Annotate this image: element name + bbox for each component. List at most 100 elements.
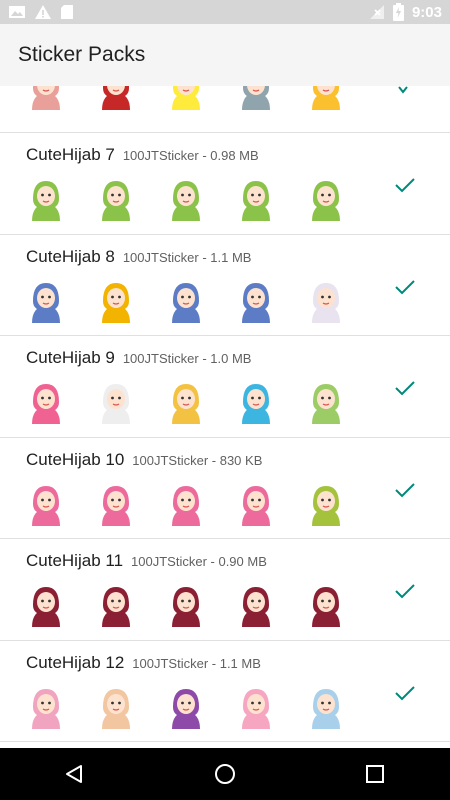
pack-meta: 100JTSticker - 1.1 MB — [123, 250, 252, 265]
pack-name: CuteHijab 10 — [26, 449, 125, 469]
no-signal-icon — [369, 4, 385, 20]
sticker-thumbnail — [312, 384, 340, 424]
pack-size: 1.0 MB — [210, 351, 252, 366]
recents-button[interactable] — [355, 754, 395, 794]
pack-name: CuteHijab 7 — [26, 145, 115, 164]
sticker-thumbnail — [32, 282, 60, 323]
sticker-tray — [22, 277, 372, 325]
sticker-thumbnail — [32, 485, 60, 526]
added-check-icon[interactable] — [394, 580, 416, 602]
sticker-pack-row[interactable]: CuteHijab 11 100JTSticker - 0.90 MB — [0, 539, 450, 641]
sticker-pack-list[interactable]: CuteHijab 7 100JTSticker - 0.98 MB CuteHij… — [0, 86, 450, 748]
photo-icon — [8, 4, 26, 20]
sticker-thumbnail — [242, 485, 270, 526]
sticker-thumbnail — [32, 86, 60, 110]
sticker-pack-row[interactable]: CuteHijab 10 100JTSticker - 830 KB — [0, 438, 450, 539]
added-check-icon[interactable] — [394, 682, 416, 704]
sticker-pack-row[interactable]: CuteHijab 12 100JTSticker - 1.1 MB — [0, 641, 450, 742]
pack-header: CuteHijab 10 100JTSticker - 830 KB — [26, 450, 262, 470]
sticker-thumbnail — [312, 86, 340, 110]
sticker-thumbnail — [172, 384, 200, 424]
pack-header: CuteHijab 11 100JTSticker - 0.90 MB — [26, 551, 267, 571]
home-button[interactable] — [205, 754, 245, 794]
pack-size: 1.1 MB — [219, 655, 261, 671]
separator: - — [208, 452, 220, 468]
added-check-icon[interactable] — [394, 174, 416, 196]
pack-meta: 100JTSticker - 0.98 MB — [123, 148, 259, 163]
sticker-thumbnail — [102, 86, 130, 110]
pack-publisher: 100JTSticker — [122, 249, 199, 265]
pack-publisher: 100JTSticker — [132, 655, 209, 671]
status-bar: 9:03 — [0, 0, 450, 24]
sticker-thumbnail — [102, 485, 130, 526]
sticker-thumbnail — [102, 181, 130, 221]
separator: - — [198, 351, 211, 366]
pack-header: CuteHijab 9 100JTSticker - 1.0 MB — [26, 348, 251, 368]
sticker-thumbnail — [32, 181, 60, 221]
pack-size: 830 KB — [219, 452, 263, 468]
page-title: Sticker Packs — [18, 43, 146, 66]
sticker-tray — [22, 581, 372, 629]
sticker-tray — [22, 683, 372, 731]
navigation-bar — [0, 748, 450, 800]
pack-size: 1.1 MB — [210, 249, 252, 265]
app-bar: Sticker Packs — [0, 24, 450, 86]
sticker-pack-row[interactable]: CuteHijab 7 100JTSticker - 0.98 MB — [0, 133, 450, 235]
pack-publisher: 100JTSticker — [122, 148, 199, 163]
sd-card-icon — [60, 4, 74, 20]
sticker-thumbnail — [242, 587, 270, 627]
sticker-thumbnail — [242, 86, 270, 110]
sticker-thumbnail — [32, 688, 60, 729]
sticker-thumbnail — [312, 688, 340, 729]
sticker-thumbnail — [172, 688, 200, 729]
sticker-thumbnail — [172, 587, 200, 627]
battery-charging-icon — [392, 3, 404, 21]
sticker-thumbnail — [172, 485, 200, 526]
pack-name: CuteHijab 11 — [26, 551, 124, 570]
sticker-tray — [22, 175, 372, 223]
sticker-thumbnail — [312, 282, 340, 323]
pack-publisher: 100JTSticker — [122, 351, 199, 366]
back-icon — [66, 765, 82, 783]
sticker-thumbnail — [172, 86, 200, 110]
pack-publisher: 100JTSticker — [131, 554, 207, 569]
check-icon[interactable] — [398, 86, 408, 94]
pack-name: CuteHijab 9 — [26, 348, 115, 367]
recents-icon — [366, 765, 384, 783]
pack-meta: 100JTSticker - 0.90 MB — [131, 554, 267, 569]
pack-name: CuteHijab 8 — [26, 246, 115, 266]
separator: - — [208, 655, 220, 671]
added-check-icon[interactable] — [394, 377, 416, 399]
sticker-thumbnail — [32, 384, 60, 424]
sticker-thumbnail — [102, 384, 130, 424]
pack-header: CuteHijab 7 100JTSticker - 0.98 MB — [26, 145, 259, 165]
separator: - — [206, 554, 219, 569]
sticker-tray — [22, 480, 372, 528]
sticker-thumbnail — [312, 181, 340, 221]
pack-meta: 100JTSticker - 1.0 MB — [123, 351, 252, 366]
sticker-pack-row[interactable]: CuteHijab 9 100JTSticker - 1.0 MB — [0, 336, 450, 438]
added-check-icon[interactable] — [394, 276, 416, 298]
status-time: 9:03 — [411, 3, 442, 21]
sticker-thumbnail — [242, 384, 270, 424]
pack-size: 0.98 MB — [210, 148, 259, 163]
separator: - — [198, 148, 211, 163]
pack-header: CuteHijab 12 100JTSticker - 1.1 MB — [26, 653, 261, 673]
sticker-thumbnail — [102, 587, 130, 627]
sticker-thumbnail — [172, 282, 200, 323]
sticker-tray — [22, 378, 372, 426]
back-button[interactable] — [55, 754, 95, 794]
pack-meta: 100JTSticker - 1.1 MB — [132, 656, 261, 671]
sticker-tray — [22, 86, 372, 112]
added-check-icon[interactable] — [394, 479, 416, 501]
sticker-thumbnail — [242, 688, 270, 729]
pack-publisher: 100JTSticker — [132, 452, 209, 468]
sticker-pack-row[interactable]: CuteHijab 8 100JTSticker - 1.1 MB — [0, 235, 450, 336]
home-icon — [215, 764, 235, 784]
sticker-thumbnail — [102, 282, 130, 323]
sticker-pack-row-partial[interactable] — [0, 86, 450, 133]
sticker-thumbnail — [312, 587, 340, 627]
sticker-thumbnail — [312, 485, 340, 526]
pack-size: 0.90 MB — [218, 554, 267, 569]
sticker-thumbnail — [242, 181, 270, 221]
